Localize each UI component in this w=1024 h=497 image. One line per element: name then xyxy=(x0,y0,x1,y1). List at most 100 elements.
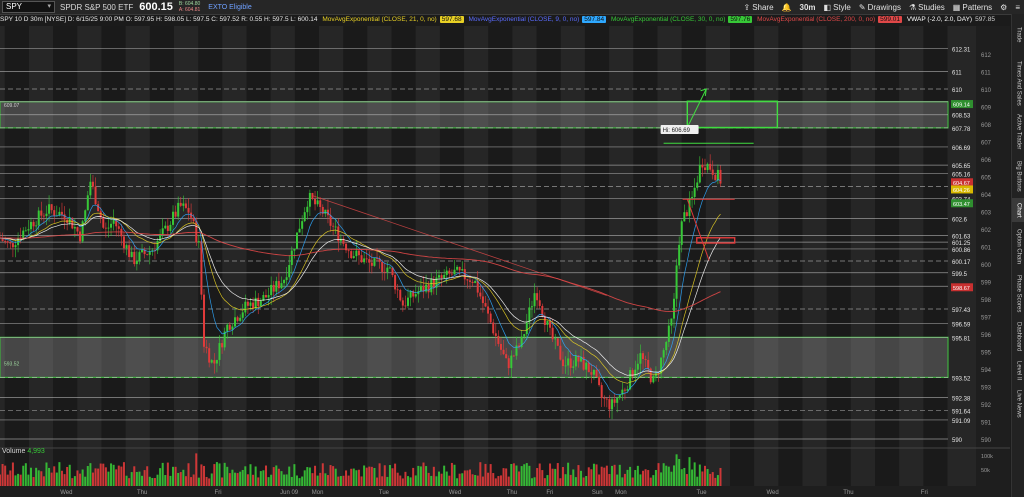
candle-body xyxy=(401,300,404,306)
vwap-label[interactable]: VWAP (-2.0, 2.0, DAY) xyxy=(907,16,972,23)
volume-bar xyxy=(352,468,355,486)
volume-bar xyxy=(551,468,554,486)
candle-body xyxy=(246,301,249,306)
tab-level-ii[interactable]: Level II xyxy=(1012,358,1024,384)
candle-body xyxy=(407,297,410,306)
candle-body xyxy=(394,275,397,290)
settings-button[interactable]: ⚙ xyxy=(1000,3,1007,12)
volume-bar xyxy=(660,472,663,486)
tab-option-chain[interactable]: Option Chain xyxy=(1012,224,1024,270)
candle-body xyxy=(159,234,162,241)
tab-times-and-sales[interactable]: Times And Sales xyxy=(1012,58,1024,108)
volume-bar xyxy=(654,469,657,486)
level-label: 593.52 xyxy=(952,376,971,382)
candle-body xyxy=(319,200,322,207)
tab-live-news[interactable]: Live News xyxy=(1012,386,1024,422)
style-button[interactable]: ◧ Style xyxy=(824,3,851,12)
volume-bar xyxy=(197,477,200,486)
candle-body xyxy=(249,302,252,306)
candle-body xyxy=(197,241,200,243)
volume-bar xyxy=(249,464,252,486)
volume-bar xyxy=(680,469,683,486)
level-label: 595.81 xyxy=(952,336,971,342)
ema30-label[interactable]: MovAvgExponential (CLOSE, 30, 0, no) xyxy=(611,16,725,23)
volume-bar xyxy=(474,474,477,486)
candle-body xyxy=(512,355,515,357)
ema9-label[interactable]: MovAvgExponential (CLOSE, 9, 0, no) xyxy=(468,16,579,23)
price-zone[interactable] xyxy=(0,336,949,379)
candle-body xyxy=(499,343,502,350)
volume-bar xyxy=(706,469,709,486)
volume-bar xyxy=(461,473,464,486)
share-button[interactable]: ⇪ Share xyxy=(743,3,773,12)
candle-body xyxy=(678,244,681,266)
tab-dashboard[interactable]: Dashboard xyxy=(1012,318,1024,356)
volume-bar xyxy=(97,468,100,486)
tab-trade[interactable]: Trade xyxy=(1012,16,1024,54)
volume-value: 4,993 xyxy=(27,448,45,455)
candle-body xyxy=(275,281,278,292)
volume-bar xyxy=(714,477,717,486)
symbol-input[interactable]: SPY ▾ xyxy=(2,1,55,13)
volume-bar xyxy=(342,475,345,486)
etb-badge[interactable]: EXTO Eligible xyxy=(208,4,251,11)
candle-body xyxy=(719,169,722,184)
volume-bar xyxy=(569,474,572,486)
tab-big-buttons[interactable]: Big Buttons xyxy=(1012,156,1024,196)
ema21-label[interactable]: MovAvgExponential (CLOSE, 21, 0, no) xyxy=(322,16,436,23)
candle-body xyxy=(386,267,389,273)
price-tick: 590 xyxy=(981,438,992,444)
volume-bar xyxy=(259,471,262,486)
volume-bar xyxy=(417,465,420,486)
volume-bar xyxy=(652,475,655,486)
candle-body xyxy=(440,275,443,279)
volume-bar xyxy=(396,472,399,486)
menu-button[interactable]: ≡ xyxy=(1015,3,1020,12)
volume-bar xyxy=(559,478,562,486)
volume-bar xyxy=(32,477,35,486)
tab-chart[interactable]: Chart xyxy=(1012,198,1024,222)
studies-button[interactable]: ⚗ Studies xyxy=(909,3,945,12)
volume-bar xyxy=(187,463,190,486)
volume-bar xyxy=(60,470,63,486)
price-chart[interactable]: 612.31611610609.27608.53607.78606.69605.… xyxy=(0,26,1010,497)
volume-bar xyxy=(221,477,224,486)
candle-body xyxy=(711,169,714,175)
patterns-button[interactable]: ▦ Patterns xyxy=(953,3,992,12)
volume-bar xyxy=(133,466,136,486)
volume-bar xyxy=(430,475,433,486)
ema200-label[interactable]: MovAvgExponential (CLOSE, 200, 0, no) xyxy=(757,16,875,23)
price-tick: 602 xyxy=(981,228,992,234)
top-toolbar: SPY ▾ SPDR S&P 500 ETF 600.15 B: 604.80 A:… xyxy=(0,0,1024,15)
candle-body xyxy=(306,206,309,213)
tab-phase-scores[interactable]: Phase Scores xyxy=(1012,272,1024,316)
tab-active-trader[interactable]: Active Trader xyxy=(1012,110,1024,154)
candle-body xyxy=(487,306,490,314)
candle-body xyxy=(538,300,541,306)
candle-body xyxy=(208,348,211,363)
timeframe-selector[interactable]: 30m xyxy=(800,3,816,12)
volume-bar xyxy=(117,465,120,486)
ema200-value: 599.01 xyxy=(878,16,902,23)
volume-bar xyxy=(324,473,327,486)
drawings-button[interactable]: ✎ Drawings xyxy=(859,3,901,12)
ema9-value: 597.84 xyxy=(582,16,607,23)
volume-bar xyxy=(489,464,492,486)
chevron-down-icon[interactable]: ▾ xyxy=(47,2,51,12)
vwap-value: 597.85 xyxy=(975,16,995,23)
volume-bar xyxy=(590,469,593,486)
volume-bar xyxy=(179,472,182,486)
session-band xyxy=(826,26,851,486)
candle-body xyxy=(468,280,471,282)
candle-body xyxy=(693,187,696,197)
candle-body xyxy=(551,327,554,340)
volume-bar xyxy=(73,476,76,486)
session-band xyxy=(4,26,29,486)
alert-button[interactable]: 🔔 xyxy=(782,3,792,12)
volume-bar xyxy=(210,473,213,486)
candle-body xyxy=(352,256,355,259)
candle-body xyxy=(600,385,603,398)
last-price: 600.15 xyxy=(139,1,173,13)
candle-body xyxy=(146,254,149,255)
volume-bar xyxy=(399,475,402,486)
